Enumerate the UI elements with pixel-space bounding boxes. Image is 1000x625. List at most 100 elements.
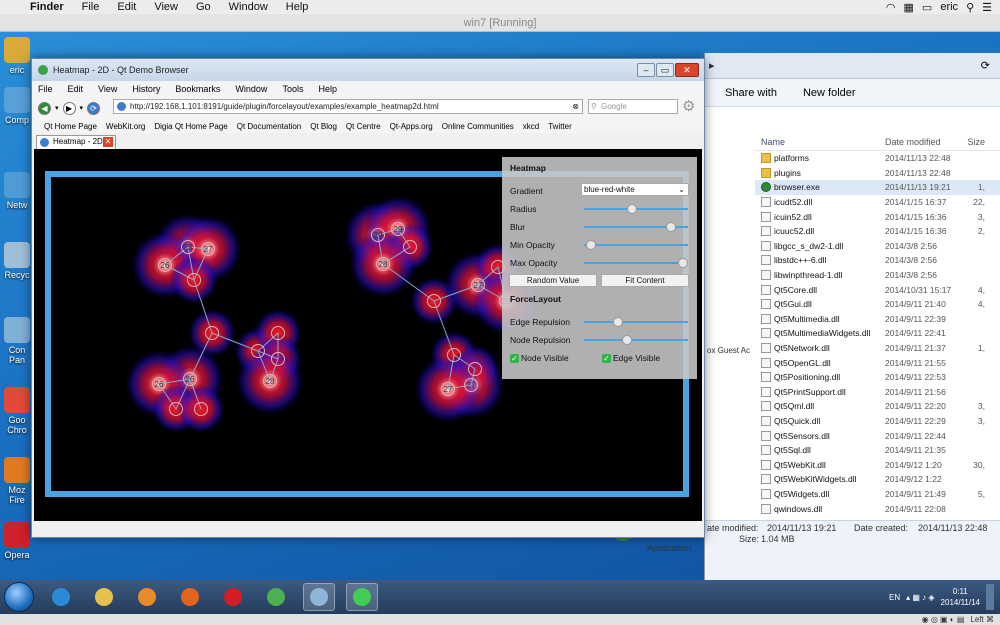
random-value-button[interactable]: Random Value — [509, 274, 597, 287]
file-row[interactable]: plugins 2014/11/13 22:48 — [755, 166, 1000, 181]
file-row[interactable]: Qt5Sql.dll 2014/9/11 21:35 — [755, 443, 1000, 458]
qt-menu-window[interactable]: Window — [235, 84, 267, 94]
max-opacity-knob[interactable] — [678, 258, 689, 268]
taskbar-ie-button[interactable] — [45, 583, 77, 611]
qt-menu-history[interactable]: History — [132, 84, 160, 94]
edge-repulsion-knob[interactable] — [612, 317, 623, 327]
battery-icon[interactable]: ▭ — [922, 1, 932, 14]
tab-close-icon[interactable]: ✕ — [103, 137, 113, 147]
col-name[interactable]: Name — [755, 133, 885, 150]
desktop-icon[interactable]: Con Pan — [2, 317, 32, 365]
reload-icon[interactable]: ⟳ — [87, 101, 101, 115]
max-opacity-slider[interactable] — [584, 258, 689, 268]
file-row[interactable]: libgcc_s_dw2-1.dll 2014/3/8 2:56 — [755, 239, 1000, 254]
bookmark-item[interactable]: Qt Blog — [310, 122, 337, 131]
radius-slider[interactable] — [584, 204, 688, 214]
web-view[interactable]: 28272626262829292827282727 Heatmap Gradi… — [34, 149, 702, 521]
node-repulsion-knob[interactable] — [622, 335, 633, 345]
taskbar-chrome-button[interactable] — [260, 583, 292, 611]
taskbar-media-button[interactable] — [131, 583, 163, 611]
menu-go[interactable]: Go — [196, 1, 211, 13]
qt-menu-help[interactable]: Help — [318, 84, 337, 94]
taskbar-explorer-button[interactable] — [88, 583, 120, 611]
file-row[interactable]: icuin52.dll 2014/1/15 16:36 3, — [755, 209, 1000, 224]
lang-indicator[interactable]: EN — [889, 593, 900, 602]
close-button[interactable]: ✕ — [675, 63, 699, 77]
menu-window[interactable]: Window — [229, 1, 268, 13]
forward-icon[interactable]: ▶ — [62, 101, 76, 115]
start-button[interactable] — [4, 582, 34, 612]
file-row[interactable]: Qt5WebKitWidgets.dll 2014/9/12 1:22 — [755, 472, 1000, 487]
clock[interactable]: 0:11 2014/11/14 — [941, 586, 980, 608]
maximize-button[interactable]: ▭ — [656, 63, 674, 77]
file-row[interactable]: browser.exe 2014/11/13 19:21 1, — [755, 180, 1000, 195]
menu-help[interactable]: Help — [286, 1, 309, 13]
desktop-icon[interactable]: eric — [2, 37, 32, 75]
qt-menu-tools[interactable]: Tools — [282, 84, 303, 94]
file-row[interactable]: Qt5Gui.dll 2014/9/11 21:40 4, — [755, 297, 1000, 312]
file-row[interactable]: Qt5Network.dll 2014/9/11 21:37 1, — [755, 341, 1000, 356]
tab-heatmap[interactable]: Heatmap - 2D ✕ — [36, 135, 116, 149]
bookmark-item[interactable]: Online Communities — [442, 122, 514, 131]
refresh-icon[interactable]: ⟳ — [981, 59, 990, 72]
file-row[interactable]: Qt5WebKit.dll 2014/9/12 1:20 30, — [755, 457, 1000, 472]
file-row[interactable]: Qt5Qml.dll 2014/9/11 22:20 3, — [755, 399, 1000, 414]
bookmark-item[interactable]: Qt Centre — [346, 122, 381, 131]
node-visible-checkbox[interactable]: ✓ — [510, 354, 519, 363]
search-field[interactable]: ⚲ Google — [588, 99, 678, 114]
menu-view[interactable]: View — [154, 1, 178, 13]
taskbar-opera-button[interactable] — [217, 583, 249, 611]
node-repulsion-slider[interactable] — [584, 335, 688, 345]
bookmark-item[interactable]: Qt-Apps.org — [390, 122, 433, 131]
gradient-select[interactable]: blue-red-white ⌄ — [581, 183, 689, 196]
bookmark-item[interactable]: Twitter — [548, 122, 572, 131]
menu-file[interactable]: File — [82, 1, 100, 13]
qt-menu-view[interactable]: View — [98, 84, 117, 94]
file-row[interactable]: platforms 2014/11/13 22:48 — [755, 151, 1000, 166]
minimize-button[interactable]: – — [637, 63, 655, 77]
file-row[interactable]: libstdc++-6.dll 2014/3/8 2:56 — [755, 253, 1000, 268]
desktop-icon[interactable]: Netw — [2, 172, 32, 210]
bookmark-item[interactable]: xkcd — [523, 122, 539, 131]
list-icon[interactable]: ☰ — [982, 1, 992, 14]
bookmark-item[interactable]: Digia Qt Home Page — [154, 122, 227, 131]
min-opacity-slider[interactable] — [584, 240, 688, 250]
file-row[interactable]: libwinpthread-1.dll 2014/3/8 2:56 — [755, 268, 1000, 283]
min-opacity-knob[interactable] — [585, 240, 596, 250]
menu-edit[interactable]: Edit — [117, 1, 136, 13]
file-row[interactable]: Qt5OpenGL.dll 2014/9/11 21:55 — [755, 355, 1000, 370]
blur-slider[interactable] — [584, 222, 688, 232]
bookmark-item[interactable]: Qt Home Page — [44, 122, 97, 131]
file-row[interactable]: Qt5Core.dll 2014/10/31 15:17 4, — [755, 282, 1000, 297]
edge-repulsion-slider[interactable] — [584, 317, 688, 327]
address-text[interactable]: ▸ — [709, 59, 715, 72]
fit-content-button[interactable]: Fit Content — [601, 274, 689, 287]
back-icon[interactable]: ◀ — [38, 101, 51, 115]
bookmark-item[interactable]: Qt Documentation — [237, 122, 301, 131]
share-with-button[interactable]: Share with — [725, 87, 777, 99]
desktop-icon[interactable]: Moz Fire — [2, 457, 32, 505]
desktop-icon[interactable]: Opera — [2, 522, 32, 560]
col-size[interactable]: Size — [965, 133, 985, 150]
bookmark-item[interactable]: WebKit.org — [106, 122, 145, 131]
tray-icons[interactable]: ▴ ▦ ♪ ◈ — [906, 593, 934, 602]
url-field[interactable]: http://192.168.1.101:8191/guide/plugin/f… — [113, 99, 583, 114]
forward-dropdown-icon[interactable]: ▾ — [80, 104, 84, 112]
blur-knob[interactable] — [665, 222, 676, 232]
search-icon[interactable]: ⚲ — [966, 1, 974, 14]
file-row[interactable]: Qt5PrintSupport.dll 2014/9/11 21:56 — [755, 385, 1000, 400]
radius-knob[interactable] — [627, 204, 638, 214]
flag-icon[interactable]: ▦ — [904, 1, 914, 14]
file-row[interactable]: Qt5Quick.dll 2014/9/11 22:29 3, — [755, 414, 1000, 429]
new-folder-button[interactable]: New folder — [803, 87, 856, 99]
file-row[interactable]: Qt5MultimediaWidgets.dll 2014/9/11 22:41 — [755, 326, 1000, 341]
file-row[interactable]: Qt5Positioning.dll 2014/9/11 22:53 — [755, 370, 1000, 385]
taskbar-network-button[interactable] — [303, 583, 335, 611]
col-date[interactable]: Date modified — [885, 133, 965, 150]
settings-gear-icon[interactable]: ⚙ — [682, 97, 695, 115]
file-row[interactable]: qwindows.dll 2014/9/11 22:08 — [755, 501, 1000, 516]
menu-finder[interactable]: Finder — [30, 1, 64, 13]
taskbar-qt-button[interactable] — [346, 583, 378, 611]
file-row[interactable]: Qt5Sensors.dll 2014/9/11 22:44 — [755, 428, 1000, 443]
file-row[interactable]: Qt5Multimedia.dll 2014/9/11 22:39 — [755, 312, 1000, 327]
